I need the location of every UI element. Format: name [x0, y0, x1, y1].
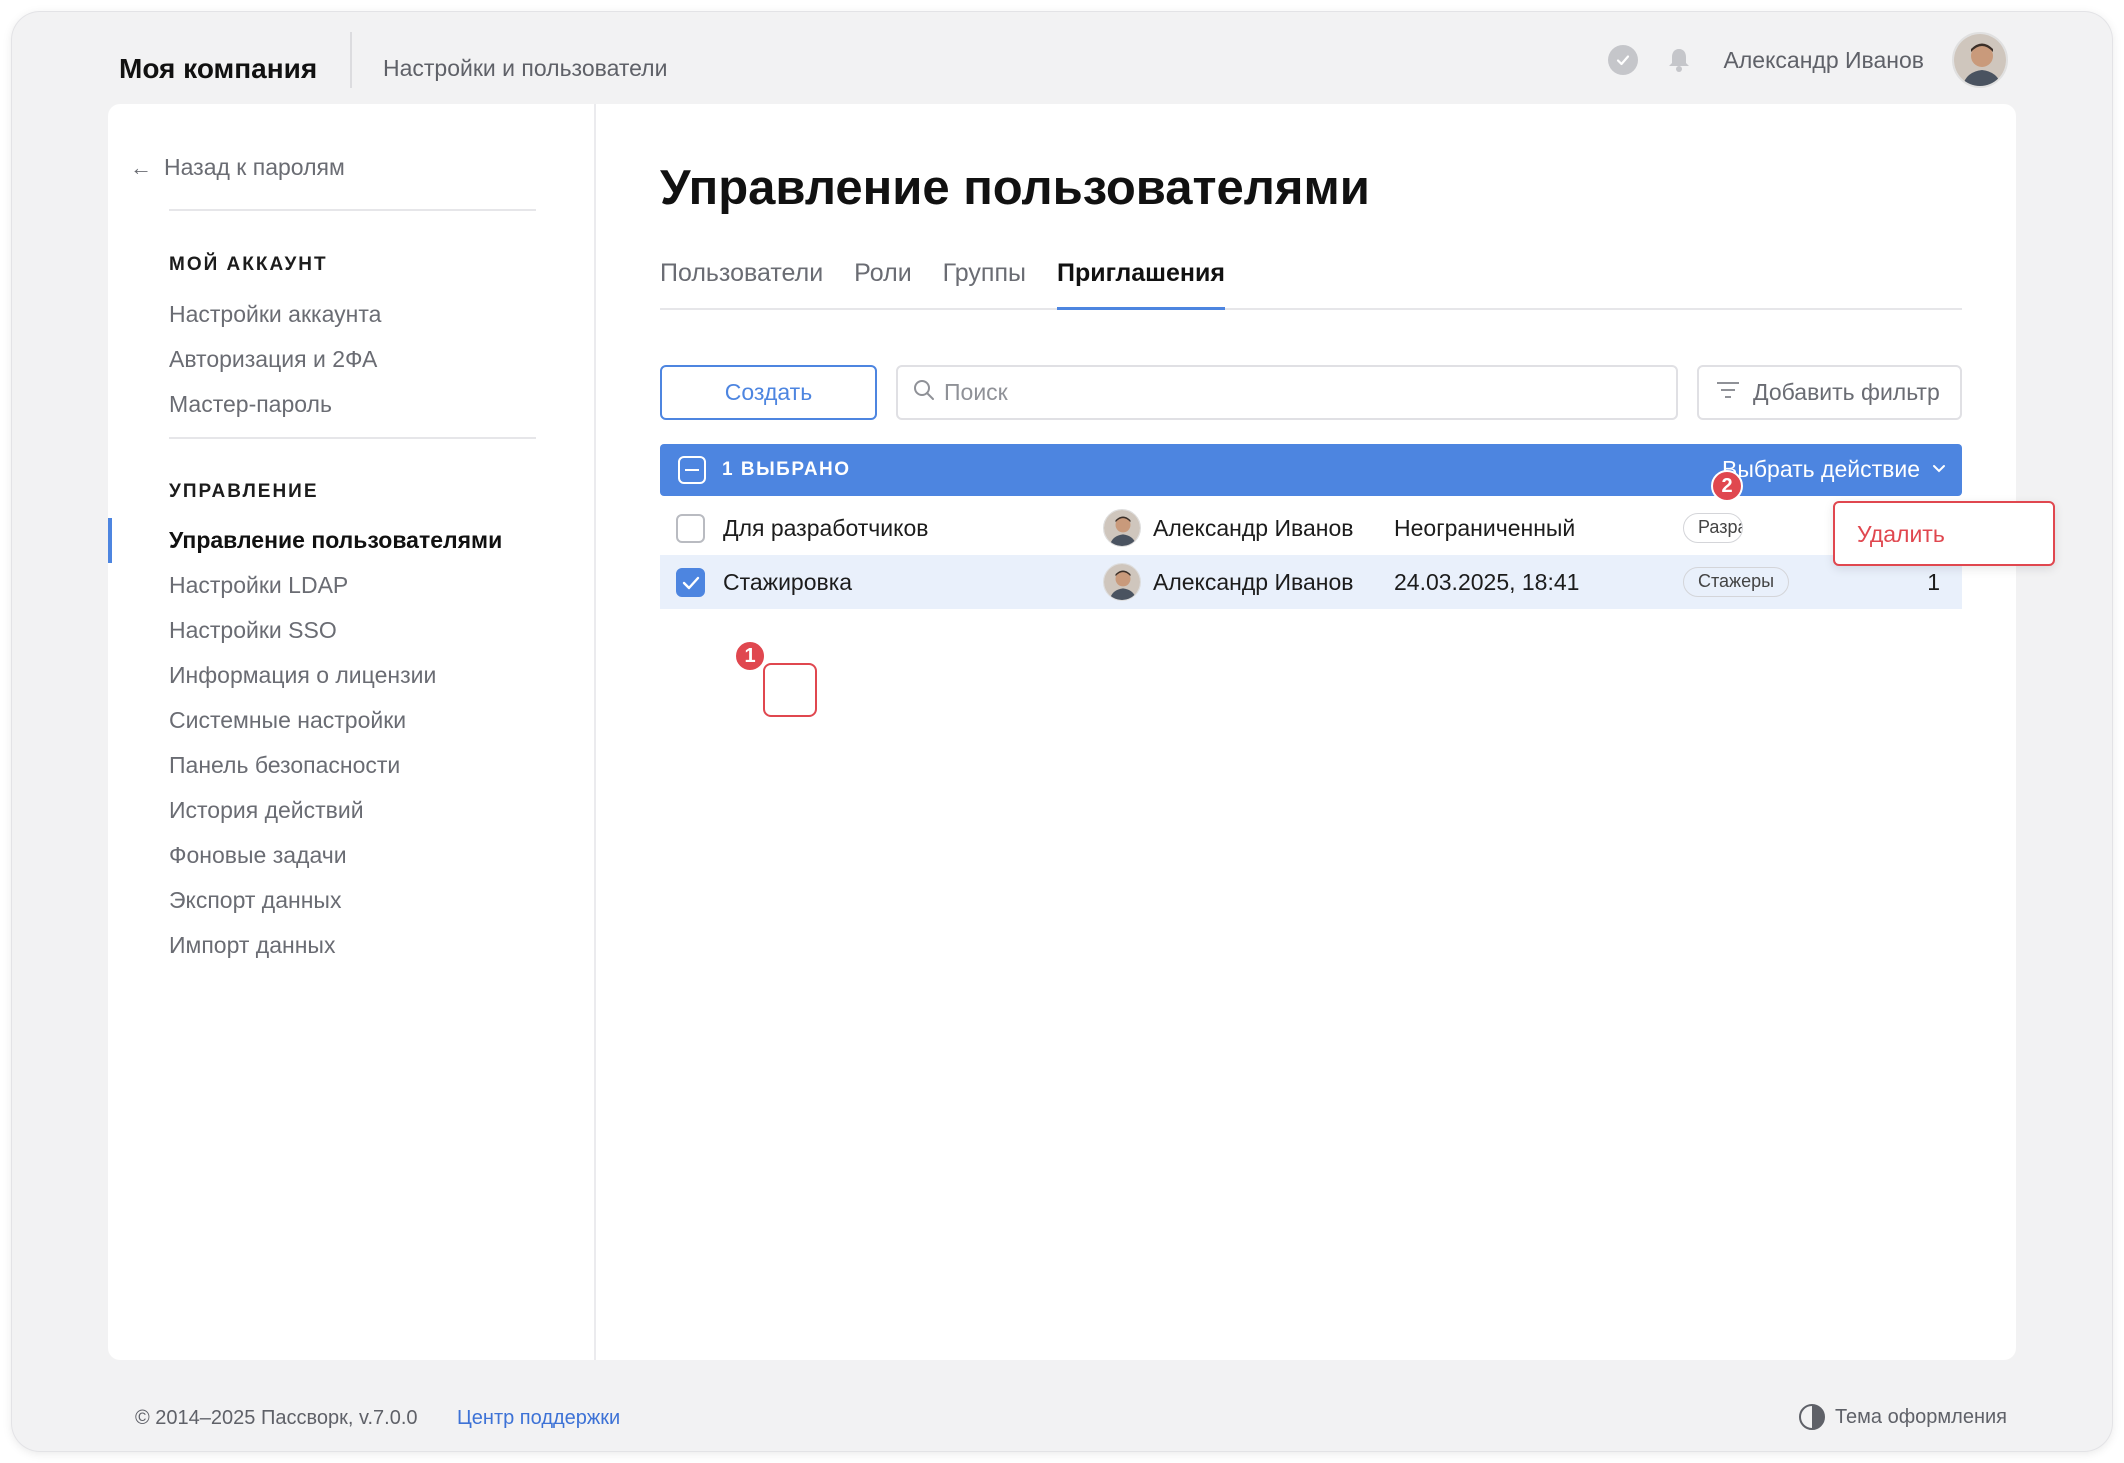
- invite-owner: Александр Иванов: [1103, 509, 1353, 547]
- tab-groups[interactable]: Группы: [943, 252, 1026, 310]
- content-area: Управление пользователями Пользователи Р…: [652, 104, 2055, 1360]
- sidebar-item-background-tasks[interactable]: Фоновые задачи: [108, 833, 596, 878]
- table-row[interactable]: Стажировка Александр Иванов 24.03.2025, …: [660, 555, 1962, 609]
- search-input[interactable]: [944, 379, 1644, 406]
- theme-label: Тема оформления: [1834, 1405, 2007, 1428]
- row-checkbox[interactable]: [676, 568, 705, 597]
- add-filter-label: Добавить фильтр: [1753, 379, 1940, 405]
- support-link[interactable]: Центр поддержки: [457, 1407, 620, 1430]
- selected-count: 1 ВЫБРАНО: [722, 459, 851, 480]
- admin-heading: УПРАВЛЕНИЕ: [169, 481, 319, 502]
- back-link-label: Назад к паролям: [164, 154, 345, 180]
- invite-count: 1: [1927, 569, 1940, 595]
- avatar: [1103, 509, 1141, 547]
- group-badge: Разработчики: [1683, 513, 1743, 543]
- step-marker-1: 1: [734, 640, 766, 672]
- sidebar-item-import[interactable]: Импорт данных: [108, 923, 596, 968]
- sidebar-item-activity-log[interactable]: История действий: [108, 788, 596, 833]
- brand-name[interactable]: Моя компания: [119, 53, 317, 85]
- sidebar-item-system-settings[interactable]: Системные настройки: [108, 698, 596, 743]
- invite-owner: Александр Иванов: [1103, 563, 1353, 601]
- section-title: Настройки и пользователи: [383, 55, 668, 81]
- copyright: © 2014–2025 Пассворк, v.7.0.0: [135, 1407, 418, 1429]
- account-menu: Настройки аккаунта Авторизация и 2ФА Мас…: [108, 292, 596, 427]
- create-button[interactable]: Создать: [660, 365, 877, 420]
- choose-action-label: Выбрать действие: [1722, 456, 1920, 482]
- sidebar-item-ldap[interactable]: Настройки LDAP: [108, 563, 596, 608]
- deselect-all-checkbox[interactable]: [678, 456, 706, 484]
- sidebar-item-license[interactable]: Информация о лицензии: [108, 653, 596, 698]
- tab-roles[interactable]: Роли: [854, 252, 911, 310]
- choose-action-dropdown[interactable]: Выбрать действие: [1722, 456, 1946, 483]
- sidebar-item-master-password[interactable]: Мастер-пароль: [108, 382, 596, 427]
- row-checkbox[interactable]: [676, 514, 705, 543]
- sidebar-item-auth-2fa[interactable]: Авторизация и 2ФА: [108, 337, 596, 382]
- group-badge: Стажеры: [1683, 567, 1790, 597]
- tab-users[interactable]: Пользователи: [660, 252, 823, 310]
- bell-icon[interactable]: [1664, 45, 1694, 75]
- sidebar-item-export[interactable]: Экспорт данных: [108, 878, 596, 923]
- avatar: [1103, 563, 1141, 601]
- top-bar: Моя компания Настройки и пользователи Ал…: [12, 12, 2112, 112]
- table-row[interactable]: Для разработчиков Александр Иванов Неогр…: [660, 501, 1962, 555]
- sidebar-item-security-dashboard[interactable]: Панель безопасности: [108, 743, 596, 788]
- actions-dropdown-menu: Удалить: [1833, 501, 2055, 566]
- account-heading: МОЙ АККАУНТ: [169, 254, 328, 275]
- tab-invitations[interactable]: Приглашения: [1056, 252, 1225, 310]
- sidebar-divider: [169, 209, 536, 211]
- search-box: [896, 365, 1678, 420]
- invite-expiry: Неограниченный: [1394, 515, 1576, 541]
- owner-name: Александр Иванов: [1153, 514, 1354, 541]
- invite-name: Для разработчиков: [723, 515, 929, 541]
- user-name[interactable]: Александр Иванов: [1724, 47, 1924, 74]
- contrast-icon: [1798, 1404, 1825, 1430]
- back-to-passwords-link[interactable]: ← Назад к паролям: [130, 154, 345, 181]
- check-circle-icon[interactable]: [1607, 45, 1638, 75]
- sidebar-item-account-settings[interactable]: Настройки аккаунта: [108, 292, 596, 337]
- chevron-down-icon: [1932, 461, 1946, 479]
- toolbar: Создать Добавить фильтр: [660, 365, 1962, 421]
- avatar[interactable]: [1952, 32, 2008, 88]
- delete-menu-item[interactable]: Удалить: [1857, 521, 1945, 548]
- invite-name: Стажировка: [723, 569, 853, 595]
- theme-toggle[interactable]: Тема оформления: [1798, 1404, 2007, 1430]
- checkmark-icon: [682, 576, 699, 589]
- main-card: ← Назад к паролям МОЙ АККАУНТ Настройки …: [108, 104, 2055, 1360]
- filter-icon: [1715, 379, 1741, 406]
- sidebar-item-user-management[interactable]: Управление пользователями: [108, 518, 596, 563]
- sidebar-divider: [169, 437, 536, 439]
- app-window: Моя компания Настройки и пользователи Ал…: [12, 12, 2112, 1451]
- admin-menu: Управление пользователями Настройки LDAP…: [108, 518, 596, 968]
- step-marker-2: 2: [1711, 470, 1743, 502]
- page-title: Управление пользователями: [660, 161, 1370, 215]
- sidebar: ← Назад к паролям МОЙ АККАУНТ Настройки …: [108, 104, 596, 1360]
- add-filter-button[interactable]: Добавить фильтр: [1697, 365, 1962, 420]
- sidebar-item-sso[interactable]: Настройки SSO: [108, 608, 596, 653]
- tabs: Пользователи Роли Группы Приглашения: [660, 252, 1962, 310]
- checkbox-highlight: [763, 663, 817, 717]
- search-icon: [912, 378, 936, 407]
- arrow-left-icon: ←: [130, 154, 152, 180]
- invite-expiry: 24.03.2025, 18:41: [1394, 569, 1580, 595]
- user-area: Александр Иванов: [1607, 30, 2008, 90]
- header-divider: [350, 32, 352, 88]
- owner-name: Александр Иванов: [1153, 568, 1354, 595]
- minus-icon: [685, 469, 699, 471]
- selection-bar: 1 ВЫБРАНО Выбрать действие: [660, 444, 1962, 496]
